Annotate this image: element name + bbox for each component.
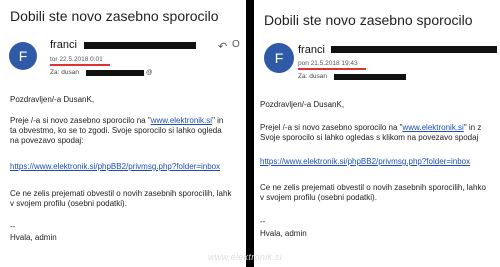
recipient-suffix: @ (146, 69, 153, 76)
email-panel-right: Dobili ste novo zasebno sporocilo F fran… (254, 0, 500, 267)
sender-name-text: franci (298, 44, 325, 56)
to-name[interactable]: dusan (309, 73, 327, 80)
email-date: tor 22.5.2018 0:01 (50, 56, 103, 63)
redacted-recipient (86, 70, 144, 76)
sender-avatar[interactable]: F (264, 43, 294, 73)
sender-name[interactable]: franci (298, 44, 325, 56)
email-subject: Dobili ste novo zasebno sporocilo (10, 8, 219, 24)
signature-dashes: -- (10, 222, 16, 231)
signature: Hvala, admin (10, 233, 57, 242)
to-label: Za: (298, 73, 308, 80)
inbox-url-link[interactable]: https://www.elektronik.si/phpBB2/privmsg… (260, 157, 470, 167)
paragraph-1-line-3: na povezavo spodaj: (10, 136, 84, 145)
site-link[interactable]: www.elektronik.si (402, 123, 463, 132)
paragraph-2-line-2: v svojem profilu (osebni podatki). (10, 199, 127, 208)
paragraph-2-line-2: v svojem profilu (osebni podatki). (260, 193, 377, 202)
redacted-email (84, 42, 196, 49)
redacted-recipient (334, 74, 406, 80)
sender-avatar[interactable]: F (9, 42, 37, 70)
email-date: pon 21.5.2018 19:43 (298, 60, 358, 67)
date-underline (50, 64, 110, 66)
paragraph-2-line-1: Ce ne zelis prejemati obvestil o novih z… (10, 189, 232, 198)
paragraph-2-line-1: Ce ne zelis prejemati obvestil o novih z… (260, 183, 486, 192)
paragraph-1-line-1: Preje /-a si novo zasebno sporocilo na "… (10, 116, 224, 125)
watermark: www.elektronik.si (208, 252, 283, 262)
sender-name[interactable]: franci (50, 39, 77, 51)
inbox-url-link[interactable]: https://www.elektronik.si/phpBB2/privmsg… (10, 162, 220, 172)
paragraph-1-line-2: ta obvestmo, ko se to zgodi. Svoje sporo… (10, 126, 222, 135)
greeting: Pozdravljen/-a DusanK, (260, 100, 345, 109)
reply-icon[interactable]: ↶ (218, 40, 227, 53)
email-panel-left: Dobili ste novo zasebno sporocilo F fran… (0, 0, 246, 267)
paragraph-1-line-2: Svoje sporocilo si lahko ogledas s kliko… (260, 133, 479, 142)
signature: Hvala, admin (260, 229, 307, 238)
greeting: Pozdravljen/-a DusanK, (10, 95, 95, 104)
paragraph-1-line-1: Prejel /-a si novo zasebno sporocilo na … (260, 123, 482, 132)
site-link[interactable]: www.elektronik.si (151, 116, 212, 125)
sender-name-text: franci (50, 39, 77, 51)
recipient-line: Za: dusan (50, 69, 79, 76)
more-icon[interactable]: O (232, 39, 240, 50)
email-subject: Dobili ste novo zasebno sporocilo (264, 12, 473, 28)
to-label: Za: (50, 69, 60, 76)
to-name[interactable]: dusan (61, 69, 79, 76)
signature-dashes: -- (260, 217, 266, 226)
redacted-email (331, 46, 497, 53)
recipient-line: Za: dusan (298, 73, 327, 80)
date-underline (298, 68, 366, 70)
